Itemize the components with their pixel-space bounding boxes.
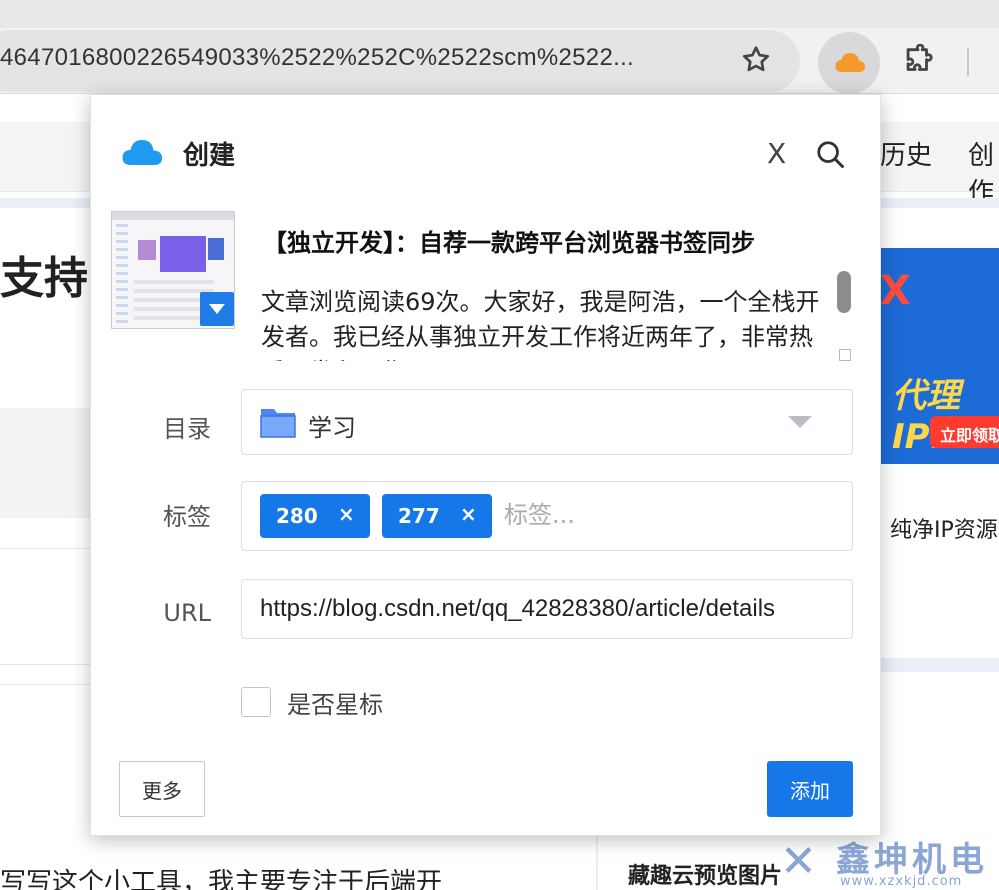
- caret-down-icon: [209, 304, 225, 314]
- article-body-text: 写写这个小工具，我主要专注于后端开: [0, 868, 443, 890]
- divider: [0, 664, 90, 665]
- tag-chip: 280 ×: [260, 494, 370, 538]
- page-thumbnail[interactable]: [111, 211, 235, 329]
- thumb-image: [138, 240, 156, 260]
- description-scrollbar[interactable]: [837, 271, 851, 313]
- page-block: [0, 408, 90, 518]
- article-description[interactable]: 文章浏览阅读69次。大家好，我是阿浩，一个全栈开发者。我已经从事独立开发工作将近…: [261, 285, 831, 361]
- thumb-bar: [112, 212, 234, 220]
- nav-history[interactable]: 历史: [880, 135, 932, 172]
- directory-label: 目录: [163, 415, 211, 443]
- address-bar-url[interactable]: 4647016800226549033%2522%252C%2522scm%25…: [0, 44, 728, 72]
- thumb-sidebar: [116, 224, 128, 324]
- add-button[interactable]: 添加: [767, 761, 853, 817]
- star-checkbox-label[interactable]: 是否星标: [287, 685, 383, 720]
- watermark-logo-icon: ✕: [780, 836, 817, 887]
- more-button[interactable]: 更多: [119, 761, 205, 817]
- thumb-image: [160, 236, 206, 272]
- bookmark-popup: 创建 X 【独立开发】：自荐一款跨平台浏览器书签同步 文章浏览阅读69次。大家好…: [90, 94, 881, 836]
- divider: [0, 684, 90, 685]
- sidebar-accent: [880, 658, 999, 672]
- search-icon[interactable]: [815, 139, 845, 169]
- sidebar-heading[interactable]: 藏趣云预览图片: [628, 858, 782, 890]
- thumbnail-dropdown-button[interactable]: [200, 292, 234, 326]
- folder-icon: [260, 409, 296, 438]
- thumb-image: [208, 238, 224, 260]
- star-icon[interactable]: [740, 44, 772, 76]
- banner-badge[interactable]: 立即领取: [930, 416, 999, 448]
- watermark: ✕ 鑫坤机电 www.xzxkjd.com: [780, 832, 999, 890]
- tags-field[interactable]: 280 × 277 ×: [241, 481, 853, 551]
- article-heading: 支持: [0, 253, 88, 304]
- cloud-icon[interactable]: [834, 50, 866, 74]
- column-divider: [596, 836, 598, 890]
- directory-value: 学习: [308, 414, 356, 442]
- sidebar-text[interactable]: 纯净IP资源: [890, 512, 998, 544]
- url-label: URL: [163, 599, 211, 627]
- remove-tag-icon[interactable]: ×: [460, 502, 477, 526]
- article-title[interactable]: 【独立开发】：自荐一款跨平台浏览器书签同步: [263, 223, 863, 258]
- tag-label: 280: [276, 504, 318, 528]
- tag-input[interactable]: [504, 492, 824, 538]
- divider: [0, 548, 90, 549]
- close-button[interactable]: X: [767, 137, 786, 170]
- tab-strip: [0, 0, 999, 28]
- banner-mark: X: [880, 268, 911, 314]
- puzzle-icon[interactable]: [901, 44, 935, 78]
- remove-tag-icon[interactable]: ×: [338, 502, 355, 526]
- watermark-url: www.xzxkjd.com: [840, 874, 963, 889]
- tag-label: 277: [398, 504, 440, 528]
- popup-title: 创建: [183, 141, 236, 171]
- tags-label: 标签: [163, 503, 211, 531]
- toolbar-separator: [967, 48, 969, 76]
- description-resize-handle[interactable]: [839, 349, 851, 361]
- tag-chip: 277 ×: [382, 494, 492, 538]
- directory-select[interactable]: 学习: [241, 389, 853, 455]
- cloud-logo-icon: [122, 140, 162, 165]
- star-checkbox[interactable]: [241, 687, 271, 717]
- url-input[interactable]: [260, 588, 852, 630]
- url-field[interactable]: [241, 579, 853, 639]
- chevron-down-icon[interactable]: [788, 416, 812, 428]
- ad-banner[interactable]: X 代理IP!! 立即领取: [880, 248, 999, 464]
